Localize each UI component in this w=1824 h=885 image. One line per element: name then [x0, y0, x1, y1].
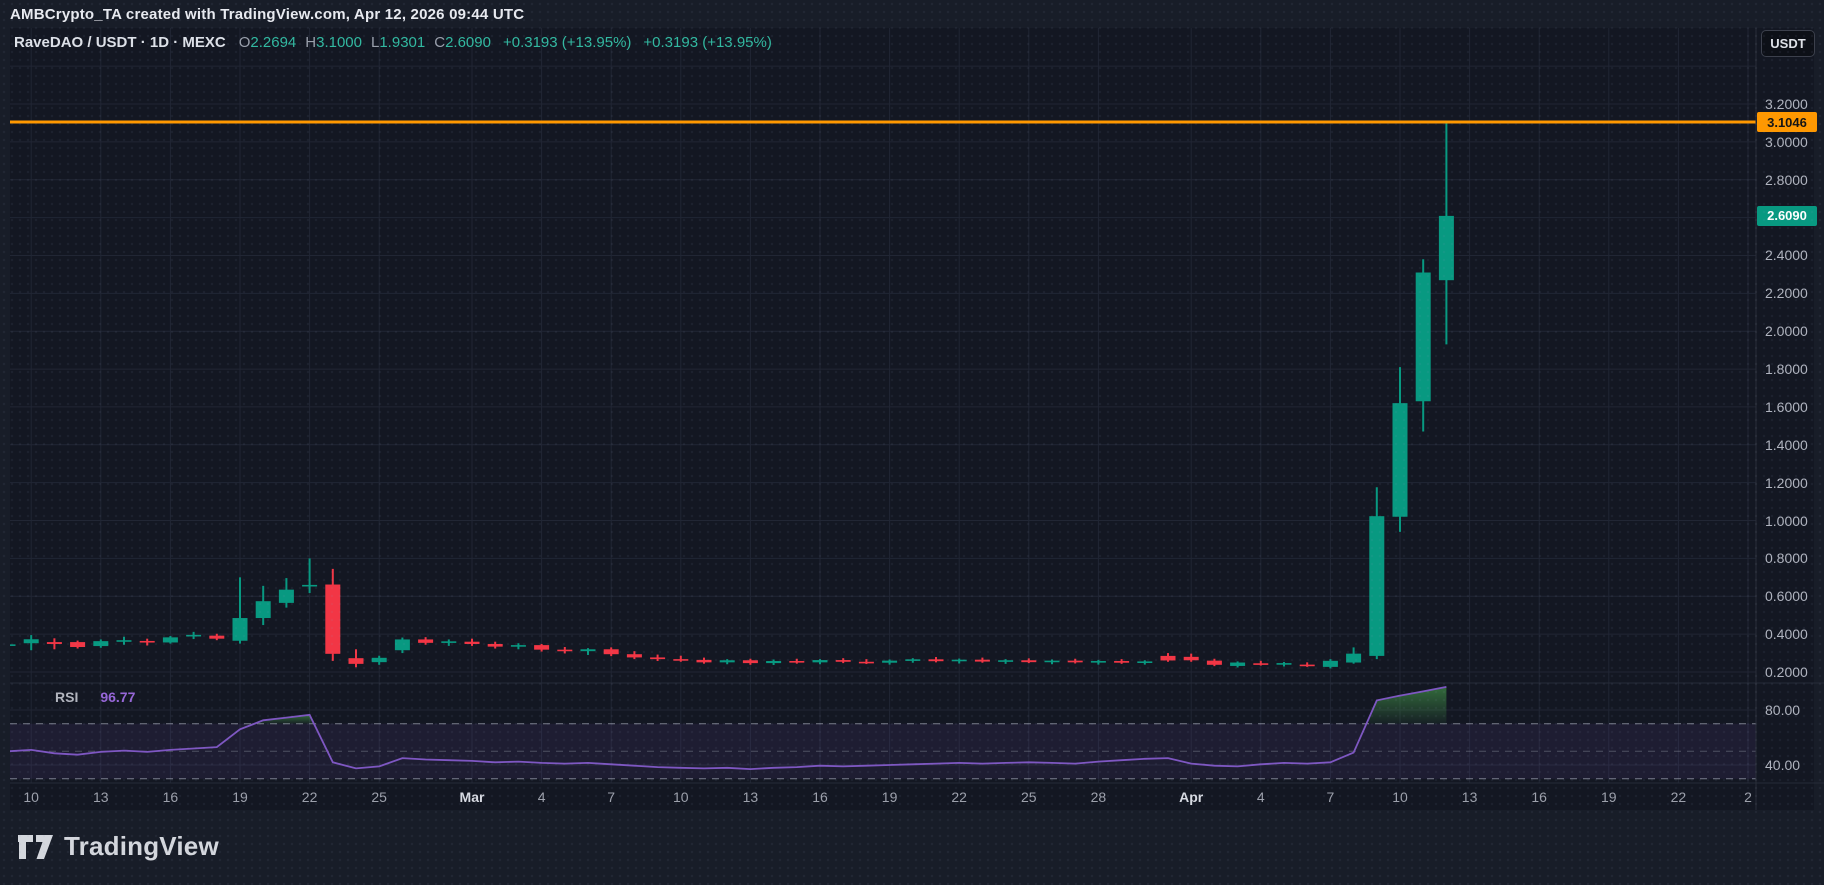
symbol-legend: RaveDAO / USDT · 1D · MEXC O2.2694 H3.10… [14, 34, 772, 51]
time-tick: 19 [1601, 789, 1617, 805]
time-tick: 22 [302, 789, 318, 805]
price-tick: 0.2000 [1765, 664, 1808, 680]
tradingview-logo-icon [18, 834, 54, 860]
footer-brand: TradingView [18, 831, 219, 862]
time-tick: 13 [93, 789, 109, 805]
chart-pane[interactable] [0, 0, 1824, 885]
time-tick-month: Mar [460, 789, 485, 805]
time-tick: 10 [23, 789, 39, 805]
time-tick: 4 [538, 789, 546, 805]
price-tick: 3.0000 [1765, 134, 1808, 150]
price-tick: 0.8000 [1765, 550, 1808, 566]
time-axis[interactable] [10, 783, 1824, 810]
price-tick: 1.2000 [1765, 475, 1808, 491]
price-tick: 0.4000 [1765, 626, 1808, 642]
attribution-text: AMBCrypto_TA created with TradingView.co… [10, 6, 524, 23]
ohlc-open: O2.2694 [239, 34, 297, 51]
time-tick: 10 [1392, 789, 1408, 805]
ohlc-low: L1.9301 [371, 34, 425, 51]
brand-wordmark: TradingView [64, 831, 219, 862]
price-tick: 3.2000 [1765, 96, 1808, 112]
ohlc-high: H3.1000 [305, 34, 362, 51]
tradingview-chart-screenshot: { "header": { "attribution": "AMBCrypto_… [0, 0, 1824, 885]
last-price-label: 2.6090 [1757, 206, 1817, 226]
time-tick: 10 [673, 789, 689, 805]
price-tick: 1.8000 [1765, 361, 1808, 377]
price-tick: 1.4000 [1765, 437, 1808, 453]
time-tick-month: Apr [1179, 789, 1203, 805]
time-tick: 16 [1531, 789, 1547, 805]
price-tick: 2.8000 [1765, 172, 1808, 188]
rsi-indicator-label: RSI [55, 689, 78, 705]
time-tick: 2 [1744, 789, 1752, 805]
time-tick: 19 [882, 789, 898, 805]
rsi-tick: 80.00 [1765, 702, 1800, 718]
price-tick: 2.2000 [1765, 285, 1808, 301]
change-value: +0.3193 (+13.95%) [503, 34, 631, 51]
time-tick: 13 [743, 789, 759, 805]
price-tick: 1.0000 [1765, 513, 1808, 529]
change-value-secondary: +0.3193 (+13.95%) [643, 34, 771, 51]
price-tick: 1.6000 [1765, 399, 1808, 415]
time-tick: 19 [232, 789, 248, 805]
rsi-indicator-value: 96.77 [100, 689, 135, 705]
time-tick: 13 [1462, 789, 1478, 805]
symbol-title: RaveDAO / USDT · 1D · MEXC [14, 34, 226, 51]
time-tick: 25 [1021, 789, 1037, 805]
price-tick: 2.4000 [1765, 247, 1808, 263]
ohlc-close: C2.6090 [434, 34, 491, 51]
time-tick: 22 [1671, 789, 1687, 805]
currency-toggle-button[interactable]: USDT [1761, 30, 1815, 57]
resistance-price-label: 3.1046 [1757, 112, 1817, 132]
time-tick: 22 [951, 789, 967, 805]
price-tick: 0.6000 [1765, 588, 1808, 604]
rsi-tick: 40.00 [1765, 757, 1800, 773]
time-tick: 25 [371, 789, 387, 805]
rsi-legend: RSI 96.77 [55, 689, 135, 705]
time-tick: 28 [1091, 789, 1107, 805]
time-tick: 16 [812, 789, 828, 805]
price-tick: 2.0000 [1765, 323, 1808, 339]
time-tick: 7 [607, 789, 615, 805]
time-tick: 16 [163, 789, 179, 805]
time-tick: 4 [1257, 789, 1265, 805]
time-tick: 7 [1326, 789, 1334, 805]
